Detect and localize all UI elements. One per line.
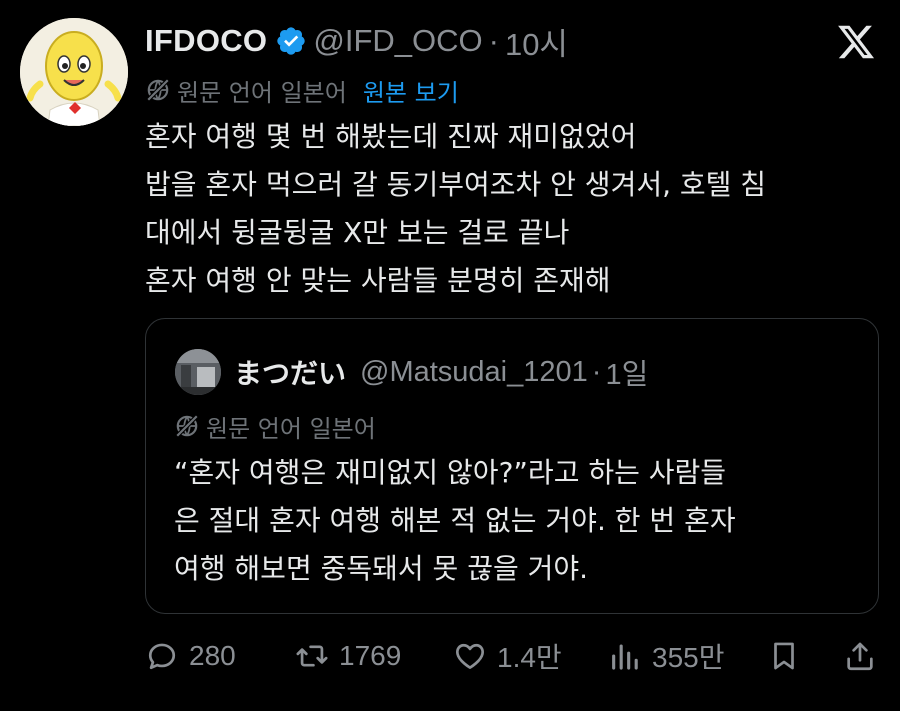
tweet-text-line: 혼자 여행 안 맞는 사람들 분명히 존재해 [145,264,611,297]
bookmark-button[interactable] [767,630,801,682]
quoted-avatar-image [175,349,221,395]
repost-icon [296,645,328,667]
author-avatar[interactable] [20,18,128,126]
reply-icon [148,643,176,670]
translation-label: 원문 언어 일본어 [177,78,347,107]
tweet-header: IFDOCO @IFD_OCO · 10시 [145,20,568,62]
quoted-author-avatar[interactable] [175,349,221,395]
tweet-text-line: 혼자 여행 몇 번 해봤는데 진짜 재미없었어 [145,120,637,153]
author-handle[interactable]: @IFD_OCO [313,23,482,59]
share-icon [847,642,873,671]
bookmark-icon [774,642,794,670]
avatar-mascot-image [20,18,128,126]
views-icon [612,644,638,670]
repost-count: 1769 [339,640,402,671]
heart-icon [456,643,484,669]
views-button[interactable]: 355만 [608,630,724,682]
header-separator: · [488,23,499,58]
like-button[interactable]: 1.4만 [453,630,562,682]
tweet-timestamp[interactable]: 10시 [505,19,568,64]
quoted-text-line: “혼자 여행은 재미없지 않아?”라고 하는 사람들 [174,456,727,489]
quoted-text-line: 은 절대 혼자 여행 해본 적 없는 거야. 한 번 혼자 [174,504,736,537]
quoted-tweet-card[interactable]: まつだい @Matsudai_1201 · 1일 원문 언어 일본어 “혼자 여… [145,318,879,614]
action-bar: 280 1769 1.4만 355만 [145,630,885,682]
repost-button[interactable]: 1769 [295,630,401,682]
reply-count: 280 [189,640,236,671]
quoted-header-separator: · [591,355,602,388]
translation-notice: 원문 언어 일본어 원본 보기 [145,72,459,108]
quoted-author-name[interactable]: まつだい [234,352,346,392]
quoted-author-handle[interactable]: @Matsudai_1201 [360,356,588,389]
like-count: 1.4만 [497,642,562,673]
quoted-translation-label: 원문 언어 일본어 [206,414,376,443]
verified-badge-icon [277,27,306,55]
quoted-tweet-text: “혼자 여행은 재미없지 않아?”라고 하는 사람들 은 절대 혼자 여행 해본… [174,449,736,593]
reply-button[interactable]: 280 [145,630,236,682]
x-logo-icon[interactable] [835,22,877,62]
globe-slash-icon [146,78,170,102]
quoted-translation-notice: 원문 언어 일본어 [174,409,376,443]
quoted-tweet-header: まつだい @Matsudai_1201 · 1일 [234,352,648,392]
tweet-text-line: 대에서 뒹굴뒹굴 X만 보는 걸로 끝나 [145,216,570,249]
globe-slash-icon [175,414,199,438]
tweet-text: 혼자 여행 몇 번 해봤는데 진짜 재미없었어 밥을 혼자 먹으러 갈 동기부여… [145,113,885,305]
author-display-name[interactable]: IFDOCO [145,23,267,59]
views-count: 355만 [652,642,725,673]
share-button[interactable] [843,630,877,682]
tweet-text-line: 밥을 혼자 먹으러 갈 동기부여조차 안 생겨서, 호텔 침 [145,168,767,201]
show-original-link[interactable]: 원본 보기 [363,73,459,108]
quoted-text-line: 여행 해보면 중독돼서 못 끊을 거야. [174,552,589,585]
quoted-timestamp[interactable]: 1일 [605,351,648,393]
